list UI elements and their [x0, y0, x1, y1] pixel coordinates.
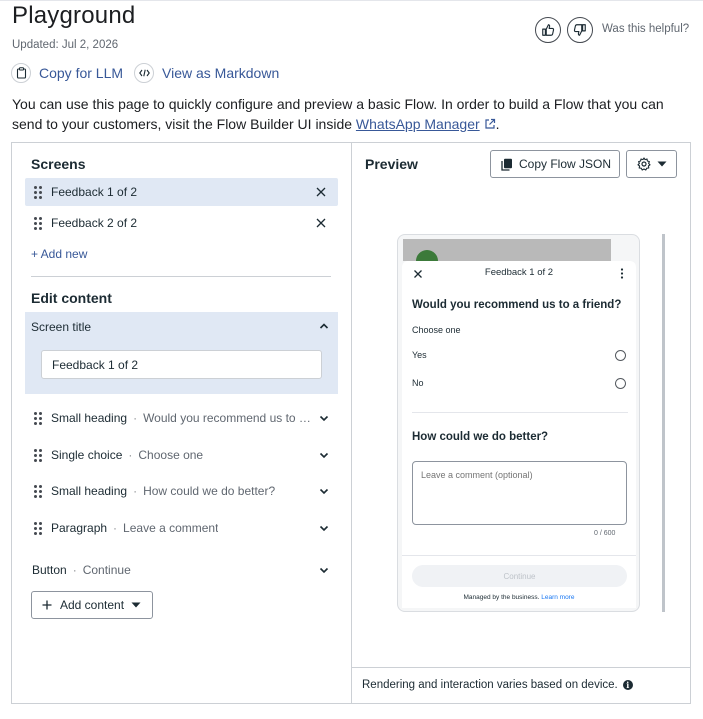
updated-date: Updated: Jul 2, 2026	[12, 39, 119, 51]
chevron-down-icon[interactable]	[318, 412, 330, 424]
footer-divider	[352, 667, 690, 668]
flow-screen-title: Feedback 1 of 2	[484, 267, 554, 278]
drag-handle-icon[interactable]	[34, 185, 42, 199]
component-type: Small heading	[51, 484, 128, 498]
managed-by-notice: Managed by the business. Learn more	[402, 594, 636, 601]
separator-dot: ·	[133, 411, 138, 425]
separator-dot: ·	[72, 563, 77, 577]
component-type: Button	[32, 563, 67, 577]
rendering-note: Rendering and interaction varies based o…	[362, 679, 633, 691]
drag-handle-icon[interactable]	[34, 411, 42, 425]
plus-icon	[42, 600, 52, 610]
choice-option-label: No	[412, 378, 424, 388]
button-component-row[interactable]: Button · Continue	[25, 559, 338, 581]
page-title: Playground	[12, 2, 136, 29]
view-as-markdown-link[interactable]: View as Markdown	[162, 65, 279, 81]
chevron-up-icon[interactable]	[318, 320, 330, 332]
caret-down-icon	[657, 161, 666, 167]
code-icon[interactable]	[134, 63, 154, 83]
preview-heading: Preview	[365, 156, 418, 172]
character-counter: 0 / 600	[594, 530, 616, 537]
radio-button[interactable]	[615, 350, 626, 361]
separator-dot: ·	[113, 521, 118, 535]
drag-handle-icon[interactable]	[34, 521, 42, 535]
drag-handle-icon[interactable]	[34, 484, 42, 498]
drag-handle-icon[interactable]	[34, 448, 42, 462]
flow-question-heading: How could we do better?	[412, 431, 549, 443]
gear-icon	[636, 157, 651, 171]
screen-title-label: Screen title	[31, 320, 92, 334]
clipboard-icon[interactable]	[11, 63, 31, 83]
copy-flow-json-label: Copy Flow JSON	[519, 157, 612, 171]
separator-dot: ·	[128, 448, 133, 462]
intro-text-end: .	[495, 116, 500, 132]
copy-for-llm-link[interactable]: Copy for LLM	[39, 65, 123, 81]
chevron-down-icon[interactable]	[318, 564, 330, 576]
chevron-down-icon[interactable]	[318, 449, 330, 461]
external-link-icon	[485, 118, 495, 129]
choice-label: Choose one	[412, 325, 461, 335]
continue-button[interactable]: Continue	[412, 565, 627, 587]
caret-down-icon	[131, 602, 141, 608]
component-type: Small heading	[51, 411, 128, 425]
separator-dot: ·	[133, 484, 138, 498]
whatsapp-manager-link[interactable]: WhatsApp Manager	[356, 116, 480, 132]
panel-divider	[351, 143, 352, 703]
copy-flow-json-button[interactable]: Copy Flow JSON	[490, 150, 620, 178]
thumbs-down-icon	[573, 24, 586, 36]
sheet-divider	[412, 412, 628, 413]
component-row[interactable]: Small heading · How could we do better?	[25, 480, 338, 502]
screens-heading: Screens	[31, 156, 86, 172]
flow-question-heading: Would you recommend us to a friend?	[412, 299, 622, 311]
chevron-down-icon[interactable]	[318, 485, 330, 497]
close-icon[interactable]	[314, 216, 328, 230]
edit-content-heading: Edit content	[31, 290, 112, 306]
more-vertical-icon[interactable]	[620, 268, 624, 279]
helpful-prompt: Was this helpful?	[602, 23, 690, 35]
chevron-down-icon[interactable]	[318, 522, 330, 534]
component-type: Paragraph	[51, 521, 108, 535]
preview-scrollbar[interactable]	[662, 234, 665, 612]
top-divider	[0, 0, 703, 1]
sheet-divider	[402, 555, 636, 556]
section-divider	[31, 276, 331, 277]
component-row[interactable]: Small heading · Would you recommend us t…	[25, 407, 338, 429]
add-content-button[interactable]: Add content	[31, 591, 153, 619]
rendering-note-text: Rendering and interaction varies based o…	[362, 679, 618, 691]
component-type: Single choice	[51, 448, 123, 462]
learn-more-link[interactable]: Learn more	[541, 594, 574, 601]
copy-icon	[501, 158, 512, 171]
thumbs-up-icon	[542, 24, 555, 36]
component-value: Would you recommend us to a friend?	[143, 411, 315, 425]
screen-item-label: Feedback 1 of 2	[51, 185, 138, 199]
screen-item-2[interactable]: Feedback 2 of 2	[25, 209, 338, 237]
drag-handle-icon[interactable]	[34, 216, 42, 230]
component-row[interactable]: Paragraph · Leave a comment	[25, 517, 338, 539]
component-row[interactable]: Single choice · Choose one	[25, 444, 338, 466]
component-value: How could we do better?	[143, 484, 276, 498]
managed-text: Managed by the business.	[463, 594, 540, 601]
add-content-label: Add content	[60, 598, 125, 612]
screen-title-input[interactable]	[41, 350, 322, 379]
add-new-screen-link[interactable]: + Add new	[31, 247, 87, 261]
component-value: Leave a comment	[123, 521, 219, 535]
comment-textarea[interactable]	[412, 461, 627, 525]
choice-option-label: Yes	[412, 350, 427, 360]
component-value: Continue	[82, 563, 131, 577]
screen-item-label: Feedback 2 of 2	[51, 216, 138, 230]
thumbs-up-button[interactable]	[535, 17, 561, 43]
radio-button[interactable]	[615, 378, 626, 389]
component-value: Choose one	[138, 448, 204, 462]
thumbs-down-button[interactable]	[567, 17, 593, 43]
intro-text: You can use this page to quickly configu…	[12, 96, 664, 132]
settings-dropdown-button[interactable]	[626, 150, 677, 178]
info-icon[interactable]: i	[622, 680, 633, 690]
screen-item-1[interactable]: Feedback 1 of 2	[25, 178, 338, 206]
close-icon[interactable]	[413, 269, 423, 279]
close-icon[interactable]	[314, 185, 328, 199]
intro-paragraph: You can use this page to quickly configu…	[12, 94, 692, 134]
